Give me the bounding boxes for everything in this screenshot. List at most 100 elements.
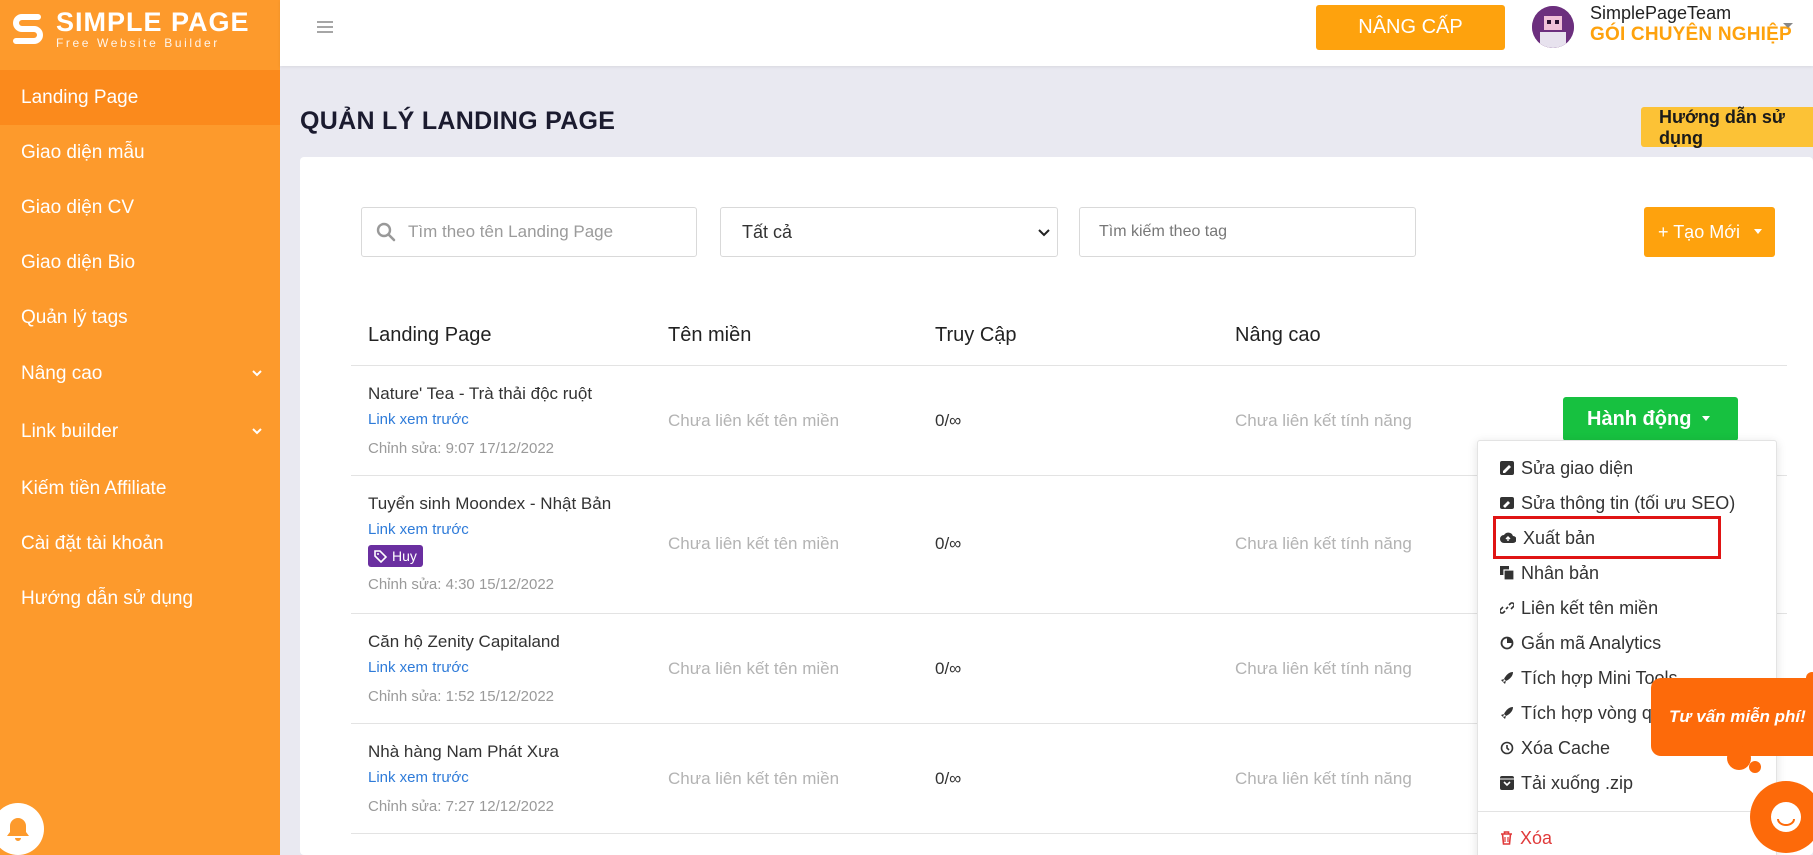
brand-name: SIMPLE PAGE bbox=[56, 7, 250, 37]
edited-timestamp: Chỉnh sửa: 4:30 15/12/2022 bbox=[368, 576, 555, 593]
sidebar-item-label: Kiếm tiền Affiliate bbox=[21, 477, 167, 499]
tag-search-box[interactable] bbox=[1079, 207, 1416, 257]
menu-item-download-zip[interactable]: Tải xuống .zip bbox=[1500, 768, 1633, 798]
page-title: QUẢN LÝ LANDING PAGE bbox=[300, 107, 616, 135]
access-count: 0/∞ bbox=[935, 659, 962, 678]
sidebar-item-affiliate[interactable]: Kiếm tiền Affiliate bbox=[0, 461, 280, 516]
sidebar-item-account-settings[interactable]: Cài đặt tài khoản bbox=[0, 516, 280, 571]
sidebar-item-label: Hướng dẫn sử dụng bbox=[21, 587, 194, 609]
search-icon bbox=[376, 222, 396, 242]
column-header-domain: Tên miền bbox=[668, 324, 752, 346]
status-select-value: Tất cả bbox=[742, 221, 793, 242]
menu-item-label: Xóa bbox=[1520, 827, 1553, 848]
access-count: 0/∞ bbox=[935, 534, 962, 553]
menu-item-label: Tải xuống .zip bbox=[1521, 772, 1634, 793]
rocket-icon bbox=[1501, 672, 1513, 684]
guide-button[interactable]: Hướng dẫn sử dụng bbox=[1641, 107, 1813, 148]
logo-s-icon bbox=[13, 14, 43, 44]
action-button[interactable]: Hành động bbox=[1563, 397, 1738, 441]
sidebar-item-label: Giao diện CV bbox=[21, 196, 135, 218]
chevron-down-icon bbox=[1038, 229, 1050, 237]
preview-link[interactable]: Link xem trước bbox=[368, 659, 469, 676]
landing-page-name[interactable]: Nhà hàng Nam Phát Xưa bbox=[368, 742, 559, 762]
consult-bubble-dot-small bbox=[1749, 761, 1761, 773]
sidebar-item-label: Nâng cao bbox=[21, 363, 103, 384]
caret-down-icon bbox=[1702, 416, 1711, 421]
sidebar-item-link-builder[interactable]: Link builder bbox=[0, 403, 280, 461]
tag-badge[interactable]: Huy bbox=[368, 545, 423, 567]
tag-icon bbox=[374, 549, 387, 563]
sidebar: SIMPLE PAGE Free Website Builder Landing… bbox=[0, 0, 280, 855]
sidebar-item-landing-page[interactable]: Landing Page bbox=[0, 70, 280, 125]
menu-item-edit-seo[interactable]: Sửa thông tin (tối ưu SEO) bbox=[1500, 488, 1735, 518]
edited-timestamp: Chỉnh sửa: 7:27 12/12/2022 bbox=[368, 798, 555, 815]
avatar[interactable] bbox=[1532, 6, 1574, 48]
archive-icon bbox=[1500, 776, 1514, 790]
landing-page-name[interactable]: Tuyển sinh Moondex - Nhật Bản bbox=[368, 494, 611, 514]
sidebar-item-guide[interactable]: Hướng dẫn sử dụng bbox=[0, 571, 280, 626]
domain-status: Chưa liên kết tên miền bbox=[668, 659, 840, 678]
sidebar-item-advanced[interactable]: Nâng cao bbox=[0, 345, 280, 403]
link-icon bbox=[1500, 602, 1514, 614]
upgrade-button[interactable]: NÂNG CẤP bbox=[1316, 5, 1505, 50]
feature-status: Chưa liên kết tính năng bbox=[1235, 411, 1412, 430]
sidebar-item-label: Landing Page bbox=[21, 86, 139, 108]
menu-item-analytics[interactable]: Gắn mã Analytics bbox=[1500, 628, 1661, 658]
tag-search-input[interactable] bbox=[1099, 223, 1399, 241]
menu-item-duplicate[interactable]: Nhân bản bbox=[1500, 558, 1599, 588]
consult-bubble-dot bbox=[1727, 746, 1751, 770]
search-box[interactable] bbox=[361, 207, 697, 257]
menu-divider bbox=[1478, 811, 1778, 812]
feature-status: Chưa liên kết tính năng bbox=[1235, 769, 1412, 788]
hamburger-menu-icon[interactable] bbox=[317, 21, 333, 33]
caret-down-icon[interactable] bbox=[1782, 22, 1794, 30]
menu-item-delete[interactable]: Xóa bbox=[1500, 823, 1552, 853]
domain-status: Chưa liên kết tên miền bbox=[668, 534, 840, 553]
status-select[interactable]: Tất cả bbox=[720, 207, 1058, 257]
menu-item-link-domain[interactable]: Liên kết tên miền bbox=[1500, 593, 1658, 623]
access-count: 0/∞ bbox=[935, 411, 962, 430]
preview-link[interactable]: Link xem trước bbox=[368, 521, 469, 538]
menu-item-label: Nhân bản bbox=[1521, 562, 1600, 583]
trash-icon bbox=[1501, 831, 1512, 845]
access-count: 0/∞ bbox=[935, 769, 962, 788]
rocket-icon bbox=[1501, 707, 1513, 719]
preview-link[interactable]: Link xem trước bbox=[368, 411, 469, 428]
avatar-image bbox=[1532, 6, 1574, 48]
sidebar-item-cv[interactable]: Giao diện CV bbox=[0, 180, 280, 235]
landing-page-name[interactable]: Nature' Tea - Trà thải độc ruột bbox=[368, 384, 592, 404]
sidebar-item-bio[interactable]: Giao diện Bio bbox=[0, 235, 280, 290]
preview-link[interactable]: Link xem trước bbox=[368, 769, 469, 786]
user-name[interactable]: SimplePageTeam bbox=[1590, 3, 1731, 24]
chat-button[interactable] bbox=[1750, 781, 1813, 853]
action-button-label: Hành động bbox=[1587, 407, 1692, 430]
notification-bell-button[interactable] bbox=[0, 803, 44, 855]
sidebar-item-templates[interactable]: Giao diện mẫu bbox=[0, 125, 280, 180]
sidebar-item-label: Cài đặt tài khoản bbox=[21, 532, 164, 554]
user-plan: GÓI CHUYÊN NGHIỆP bbox=[1590, 24, 1792, 45]
create-new-button[interactable]: + Tạo Mới bbox=[1644, 207, 1775, 257]
consult-button[interactable]: Tư vấn miễn phí! bbox=[1651, 678, 1813, 756]
top-header: NÂNG CẤP SimplePageTeam GÓI CHUYÊN NGHIỆ… bbox=[280, 0, 1813, 66]
caret-down-icon bbox=[1754, 229, 1763, 234]
landing-page-name[interactable]: Căn hộ Zenity Capitaland bbox=[368, 632, 560, 652]
menu-item-label: Sửa thông tin (tối ưu SEO) bbox=[1521, 492, 1736, 513]
brand-logo[interactable]: SIMPLE PAGE Free Website Builder bbox=[8, 6, 250, 52]
seo-icon bbox=[1500, 497, 1514, 509]
edit-layout-icon bbox=[1500, 461, 1514, 475]
sidebar-item-label: Quản lý tags bbox=[21, 306, 128, 328]
publish-highlight-box bbox=[1493, 516, 1721, 559]
search-input[interactable] bbox=[408, 222, 678, 242]
sidebar-nav: Landing Page Giao diện mẫu Giao diện CV … bbox=[0, 70, 280, 626]
menu-item-clear-cache[interactable]: Xóa Cache bbox=[1500, 733, 1610, 763]
menu-item-label: Xóa Cache bbox=[1521, 737, 1611, 758]
menu-item-edit-layout[interactable]: Sửa giao diện bbox=[1500, 453, 1633, 483]
sidebar-item-label: Giao diện mẫu bbox=[21, 141, 145, 163]
menu-item-label: Liên kết tên miền bbox=[1521, 597, 1659, 618]
sidebar-item-tags[interactable]: Quản lý tags bbox=[0, 290, 280, 345]
domain-status: Chưa liên kết tên miền bbox=[668, 411, 840, 430]
column-header-access: Truy Cập bbox=[935, 324, 1017, 346]
action-dropdown-menu: Sửa giao diện Sửa thông tin (tối ưu SEO)… bbox=[1477, 440, 1778, 855]
chart-pie-icon bbox=[1500, 636, 1514, 650]
column-header-advanced: Nâng cao bbox=[1235, 324, 1321, 346]
